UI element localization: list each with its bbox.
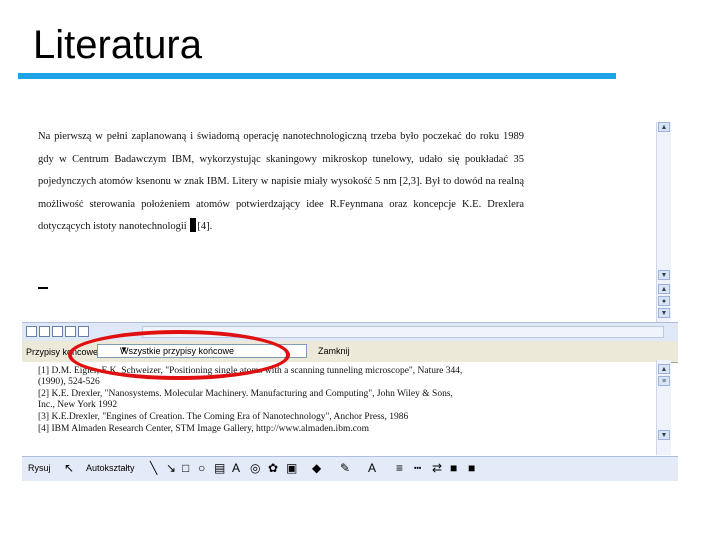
drawing-toolbar: Rysuj ↖ Autokształty ╲ ↘ □ ○ ▤ A ◎ ✿ ▣ ◆… [22,456,678,481]
draw-menu-button[interactable]: Rysuj [28,463,51,473]
text-box-icon[interactable]: ▤ [214,462,225,475]
clip-art-icon[interactable]: ✿ [268,462,278,475]
footnote-line: [3] K.E.Drexler, "Engines of Creation. T… [38,412,409,422]
browse-object-icon[interactable]: ● [658,296,670,306]
close-footnote-pane-button[interactable]: Zamknij [318,346,350,356]
diagram-icon[interactable]: ◎ [250,462,260,475]
title-underline [18,73,616,79]
text-cursor [190,218,197,232]
3d-style-icon[interactable]: ■ [468,462,475,475]
reading-view-icon[interactable] [78,326,89,337]
scroll-thumb-icon[interactable]: ≡ [658,376,670,386]
footnote-line: [4] IBM Almaden Research Center, STM Ima… [38,424,370,434]
footnote-pane[interactable]: [1] D.M. Eigler, E.K. Schweizer, "Positi… [22,362,656,455]
footnote-line: Inc., New York 1992 [38,400,118,410]
document-page[interactable]: Na pierwszą w pełni zaplanowaną i świado… [22,122,656,322]
slide-title: Literatura [33,23,202,67]
oval-icon[interactable]: ○ [198,462,205,475]
highlight-ellipse [68,330,290,380]
footnote-vertical-scrollbar[interactable]: ▲ ≡ ▼ [656,360,671,455]
next-page-icon[interactable]: ▼ [658,308,670,318]
print-view-icon[interactable] [52,326,63,337]
footnote-line: [2] K.E. Drexler, "Nanosystems. Molecula… [38,389,453,399]
font-color-icon[interactable]: A [368,462,376,475]
line-icon[interactable]: ╲ [150,462,157,475]
normal-view-icon[interactable] [26,326,37,337]
previous-page-icon[interactable]: ▲ [658,284,670,294]
fill-color-icon[interactable]: ◆ [312,462,321,475]
arrow-icon[interactable]: ↘ [166,462,176,475]
footnote-line: (1990), 524-526 [38,377,100,387]
line-style-icon[interactable]: ≡ [396,462,403,475]
select-objects-icon[interactable]: ↖ [64,462,74,475]
scroll-down-icon[interactable]: ▼ [658,270,670,280]
rectangle-icon[interactable]: □ [182,462,189,475]
document-end-marker [38,287,48,289]
web-view-icon[interactable] [39,326,50,337]
shadow-icon[interactable]: ■ [450,462,457,475]
dash-style-icon[interactable]: ┅ [414,462,421,475]
wordart-icon[interactable]: A [232,462,240,475]
document-paragraph[interactable]: Na pierwszą w pełni zaplanowaną i świado… [38,126,524,239]
scroll-up-icon[interactable]: ▲ [658,364,670,374]
document-vertical-scrollbar[interactable]: ▲ ▼ ▲ ● ▼ [656,122,671,322]
scroll-down-icon[interactable]: ▼ [658,430,670,440]
footnote-reference: [4]. [197,221,213,232]
line-color-icon[interactable]: ✎ [340,462,350,475]
outline-view-icon[interactable] [65,326,76,337]
scroll-up-icon[interactable]: ▲ [658,122,670,132]
autoshapes-menu-button[interactable]: Autokształty [86,463,135,473]
arrow-style-icon[interactable]: ⇄ [432,462,442,475]
picture-icon[interactable]: ▣ [286,462,297,475]
